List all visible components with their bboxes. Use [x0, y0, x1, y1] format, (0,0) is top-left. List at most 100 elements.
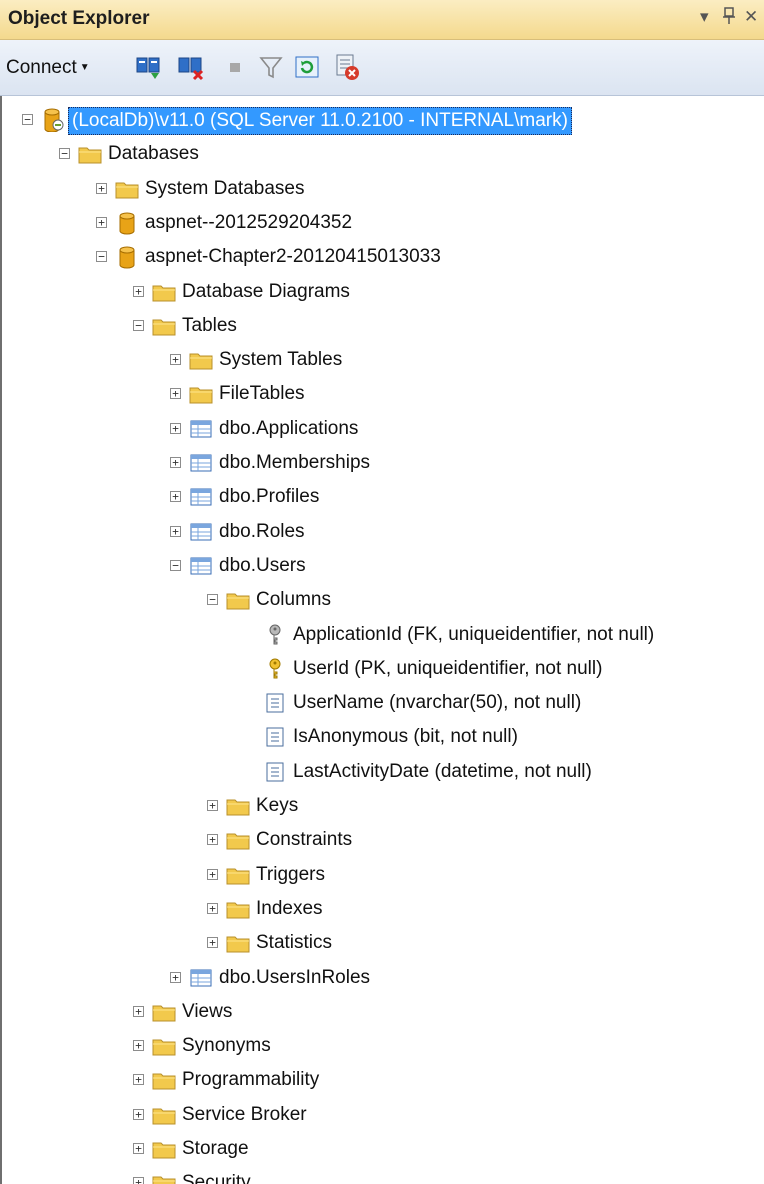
- tree-node[interactable]: LastActivityDate (datetime, not null): [0, 756, 764, 790]
- collapse-icon[interactable]: −: [59, 148, 70, 160]
- tree-node-label[interactable]: UserId (PK, uniqueidentifier, not null): [290, 656, 605, 682]
- tree-node-label[interactable]: dbo.Memberships: [216, 450, 373, 476]
- tree-node-label[interactable]: dbo.Applications: [216, 416, 361, 442]
- tree-node-label[interactable]: aspnet-Chapter2-20120415013033: [142, 244, 444, 270]
- expand-icon[interactable]: +: [207, 902, 218, 914]
- tree-node-label[interactable]: ApplicationId (FK, uniqueidentifier, not…: [290, 622, 657, 648]
- tree-node-label[interactable]: IsAnonymous (bit, not null): [290, 724, 521, 750]
- tree-node-label[interactable]: dbo.Roles: [216, 519, 308, 545]
- tree-node[interactable]: + Programmability: [0, 1064, 764, 1098]
- tree-node[interactable]: + dbo.Profiles: [0, 481, 764, 515]
- expand-icon[interactable]: +: [170, 457, 181, 468]
- tree-node[interactable]: − dbo.Users: [0, 550, 764, 584]
- tree-node-label[interactable]: dbo.Profiles: [216, 484, 322, 510]
- tree-node[interactable]: − (LocalDb)\v11.0 (SQL Server 11.0.2100 -…: [0, 104, 764, 138]
- expand-icon[interactable]: +: [207, 834, 218, 846]
- connect-dropdown-icon[interactable]: ▼: [80, 62, 90, 73]
- collapse-icon[interactable]: −: [96, 251, 107, 263]
- expand-icon[interactable]: +: [96, 216, 107, 228]
- expand-icon[interactable]: +: [133, 1040, 144, 1052]
- tree-node[interactable]: + Indexes: [0, 893, 764, 927]
- expand-icon[interactable]: +: [170, 422, 181, 434]
- tree-node-label[interactable]: LastActivityDate (datetime, not null): [290, 759, 595, 785]
- expand-icon[interactable]: +: [170, 525, 181, 537]
- tree-node[interactable]: + System Tables: [0, 344, 764, 378]
- expand-icon[interactable]: +: [133, 1177, 144, 1184]
- tree-node[interactable]: + aspnet--2012529204352: [0, 207, 764, 241]
- tree-node-label[interactable]: Columns: [253, 587, 334, 613]
- tree-node[interactable]: + dbo.Memberships: [0, 447, 764, 481]
- expand-icon[interactable]: +: [170, 971, 181, 983]
- tree-node-label[interactable]: Statistics: [253, 930, 335, 956]
- tree-node-label[interactable]: Views: [179, 999, 235, 1025]
- tree-node[interactable]: ApplicationId (FK, uniqueidentifier, not…: [0, 619, 764, 653]
- activity-monitor-icon[interactable]: [332, 52, 362, 82]
- tree-node[interactable]: UserName (nvarchar(50), not null): [0, 687, 764, 721]
- tree-node-label[interactable]: Constraints: [253, 827, 355, 853]
- tree-node-label[interactable]: Keys: [253, 793, 301, 819]
- tree-node-label[interactable]: Service Broker: [179, 1102, 310, 1128]
- stop-icon[interactable]: [220, 52, 250, 82]
- tree-node[interactable]: + dbo.Applications: [0, 413, 764, 447]
- tree-node-label[interactable]: UserName (nvarchar(50), not null): [290, 690, 584, 716]
- tree-node-label[interactable]: (LocalDb)\v11.0 (SQL Server 11.0.2100 - …: [68, 107, 572, 135]
- tree-node[interactable]: + Service Broker: [0, 1099, 764, 1133]
- tree-node-label[interactable]: Tables: [179, 313, 240, 339]
- tree-node-label[interactable]: Synonyms: [179, 1033, 274, 1059]
- tree-node-label[interactable]: Database Diagrams: [179, 279, 353, 305]
- tree-node[interactable]: − Columns: [0, 584, 764, 618]
- tree-node[interactable]: + FileTables: [0, 378, 764, 412]
- expand-icon[interactable]: +: [170, 491, 181, 503]
- tree-node[interactable]: + Database Diagrams: [0, 276, 764, 310]
- window-position-dropdown-icon[interactable]: ▾: [700, 7, 709, 27]
- expand-icon[interactable]: +: [133, 285, 144, 297]
- tree-node-label[interactable]: Storage: [179, 1136, 252, 1162]
- tree-node[interactable]: IsAnonymous (bit, not null): [0, 721, 764, 755]
- expand-icon[interactable]: +: [133, 1005, 144, 1017]
- connect-button[interactable]: Connect ▼: [6, 54, 90, 82]
- tree-node-label[interactable]: Indexes: [253, 896, 326, 922]
- expand-icon[interactable]: +: [133, 1108, 144, 1120]
- expand-icon[interactable]: +: [207, 937, 218, 949]
- pin-icon[interactable]: [722, 7, 736, 30]
- disconnect-icon[interactable]: [176, 52, 206, 82]
- expand-icon[interactable]: +: [170, 388, 181, 400]
- tree-node[interactable]: + Keys: [0, 790, 764, 824]
- filter-icon[interactable]: [256, 52, 286, 82]
- tree-node[interactable]: + Synonyms: [0, 1030, 764, 1064]
- tree-node-label[interactable]: System Databases: [142, 176, 307, 202]
- tree-node-label[interactable]: aspnet--2012529204352: [142, 210, 355, 236]
- tree-node-label[interactable]: System Tables: [216, 347, 345, 373]
- tree-node[interactable]: + dbo.Roles: [0, 516, 764, 550]
- expand-icon[interactable]: +: [133, 1143, 144, 1154]
- tree-node[interactable]: + dbo.UsersInRoles: [0, 962, 764, 996]
- collapse-icon[interactable]: −: [170, 559, 181, 571]
- tree-node[interactable]: − Databases: [0, 138, 764, 172]
- tree-node[interactable]: + Statistics: [0, 927, 764, 961]
- tree-node-label[interactable]: Databases: [105, 141, 202, 167]
- expand-icon[interactable]: +: [207, 868, 218, 880]
- tree-node[interactable]: + Views: [0, 996, 764, 1030]
- close-icon[interactable]: ✕: [744, 7, 758, 27]
- tree-node[interactable]: + Storage: [0, 1133, 764, 1167]
- connect-object-explorer-icon[interactable]: [134, 52, 164, 82]
- tree-node[interactable]: − Tables: [0, 310, 764, 344]
- tree-node-label[interactable]: dbo.Users: [216, 553, 309, 579]
- tree-node-label[interactable]: Programmability: [179, 1067, 322, 1093]
- collapse-icon[interactable]: −: [22, 114, 33, 125]
- tree-node-label[interactable]: dbo.UsersInRoles: [216, 965, 373, 991]
- tree-node[interactable]: UserId (PK, uniqueidentifier, not null): [0, 653, 764, 687]
- tree-node-label[interactable]: Security: [179, 1170, 254, 1184]
- tree-node-label[interactable]: Triggers: [253, 862, 328, 888]
- refresh-icon[interactable]: [292, 52, 322, 82]
- expand-icon[interactable]: +: [207, 800, 218, 811]
- expand-icon[interactable]: +: [133, 1074, 144, 1086]
- tree-node-label[interactable]: FileTables: [216, 381, 308, 407]
- tree-node[interactable]: + Security: [0, 1167, 764, 1184]
- collapse-icon[interactable]: −: [207, 594, 218, 606]
- tree-node[interactable]: + Triggers: [0, 859, 764, 893]
- tree-node[interactable]: + System Databases: [0, 173, 764, 207]
- expand-icon[interactable]: +: [170, 354, 181, 366]
- tree-node[interactable]: − aspnet-Chapter2-20120415013033: [0, 241, 764, 275]
- expand-icon[interactable]: +: [96, 182, 107, 194]
